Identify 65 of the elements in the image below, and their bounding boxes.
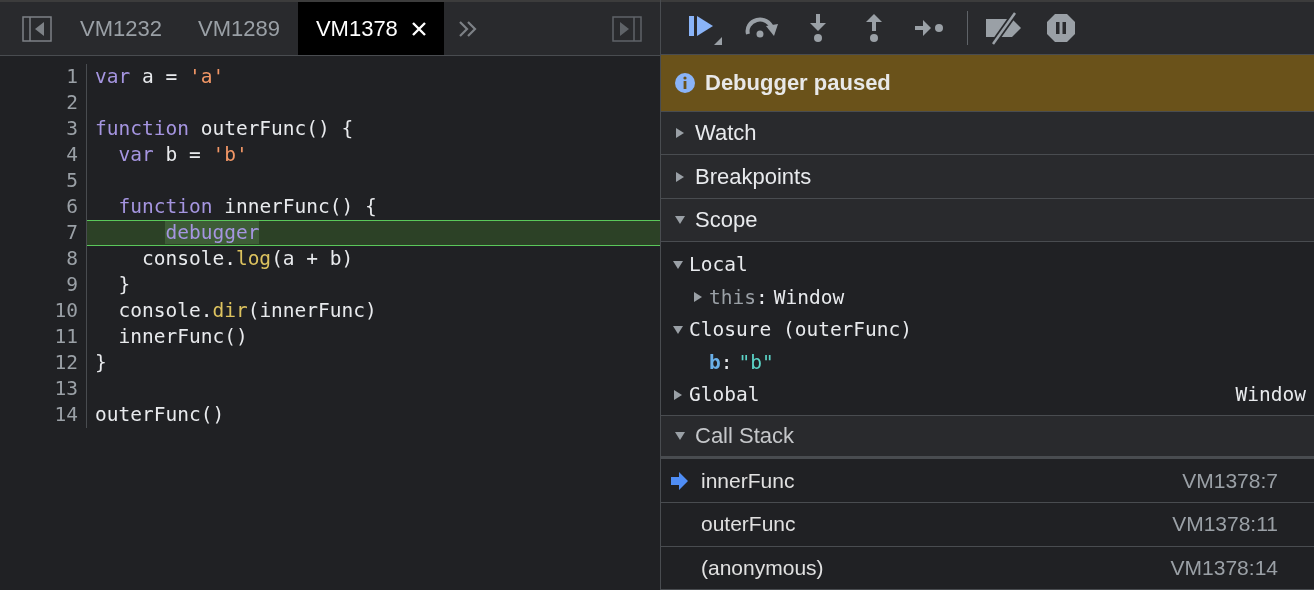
property-value: "b" [738,350,774,374]
function-name: innerFunc [701,468,796,493]
line-number: 11 [0,324,87,350]
call-frame[interactable]: outerFunc VM1378:11 [661,502,1314,547]
frame-location[interactable]: VM1378:11 [1172,512,1278,537]
line-number: 14 [0,402,87,428]
scope-name[interactable]: Closure (outerFunc) [689,318,913,342]
section-header[interactable]: Call Stack [661,415,1314,460]
line-number: 2 [0,90,87,116]
scope-name[interactable]: Global [689,383,760,407]
editor-tab[interactable]: VM1289 [179,2,298,55]
expand-arrow-icon[interactable] [675,128,685,139]
section-header[interactable]: Scope [661,198,1314,243]
code-line: console.dir(innerFunc) [117,298,378,324]
line-number: 1 [0,64,87,90]
line-number: 12 [0,350,87,376]
call-frame[interactable]: (anonymous) VM1378:14 [661,546,1314,590]
frame-location[interactable]: VM1378:7 [1182,468,1278,493]
call-frame[interactable]: innerFunc VM1378:7 [661,459,1314,503]
line-number: 6 [0,194,87,220]
frame-location[interactable]: VM1378:14 [1170,555,1278,580]
section-header[interactable]: Breakpoints [661,155,1314,199]
property-name: this [709,285,756,309]
property-name: b [709,350,721,374]
code-line: } [94,350,108,376]
editor-tab[interactable]: VM1232 [62,2,180,55]
code-line: outerFunc() [94,402,226,428]
line-number: 8 [0,246,87,272]
step-icon [914,18,946,39]
expand-arrow-icon[interactable] [693,292,703,303]
code-line: innerFunc() [117,324,249,350]
property-value: Window [1235,383,1306,407]
pause-icon [1046,13,1076,44]
code-line: var b = 'b' [117,142,249,168]
expand-arrow-icon[interactable] [673,389,683,400]
line-number: 3 [0,116,87,142]
section-header[interactable]: Watch [661,111,1314,156]
line-number: 5 [0,168,87,194]
code-line: } [117,272,132,298]
separator: : [755,285,768,309]
info-icon [675,73,695,94]
expand-arrow-icon[interactable] [673,259,683,270]
property-value: Window [773,285,845,309]
line-number: 13 [0,376,87,402]
expand-arrow-icon[interactable] [675,431,685,442]
scope-name[interactable]: Local [689,253,748,277]
expand-arrow-icon[interactable] [675,215,685,226]
separator: : [720,350,733,374]
line-number: 4 [0,142,87,168]
code-line: console.log(a + b) [140,246,355,272]
code-line: function outerFunc() { [94,116,355,142]
toggle-debugger-icon[interactable] [612,15,642,42]
code-line: function innerFunc() { [117,194,378,220]
line-number: 9 [0,272,87,298]
toggle-navigator-icon[interactable] [22,15,52,42]
close-icon[interactable] [411,21,426,36]
code-line: var a = 'a' [94,64,226,90]
status-message: Debugger paused [705,70,891,97]
function-name: outerFunc [701,512,797,537]
expand-arrow-icon[interactable] [673,324,683,335]
function-name: (anonymous) [701,555,825,580]
line-number: 10 [0,298,87,324]
editor-tab[interactable]: VM1378 [297,2,444,55]
more-tabs-icon[interactable] [457,20,478,37]
expand-arrow-icon[interactable] [675,171,685,182]
